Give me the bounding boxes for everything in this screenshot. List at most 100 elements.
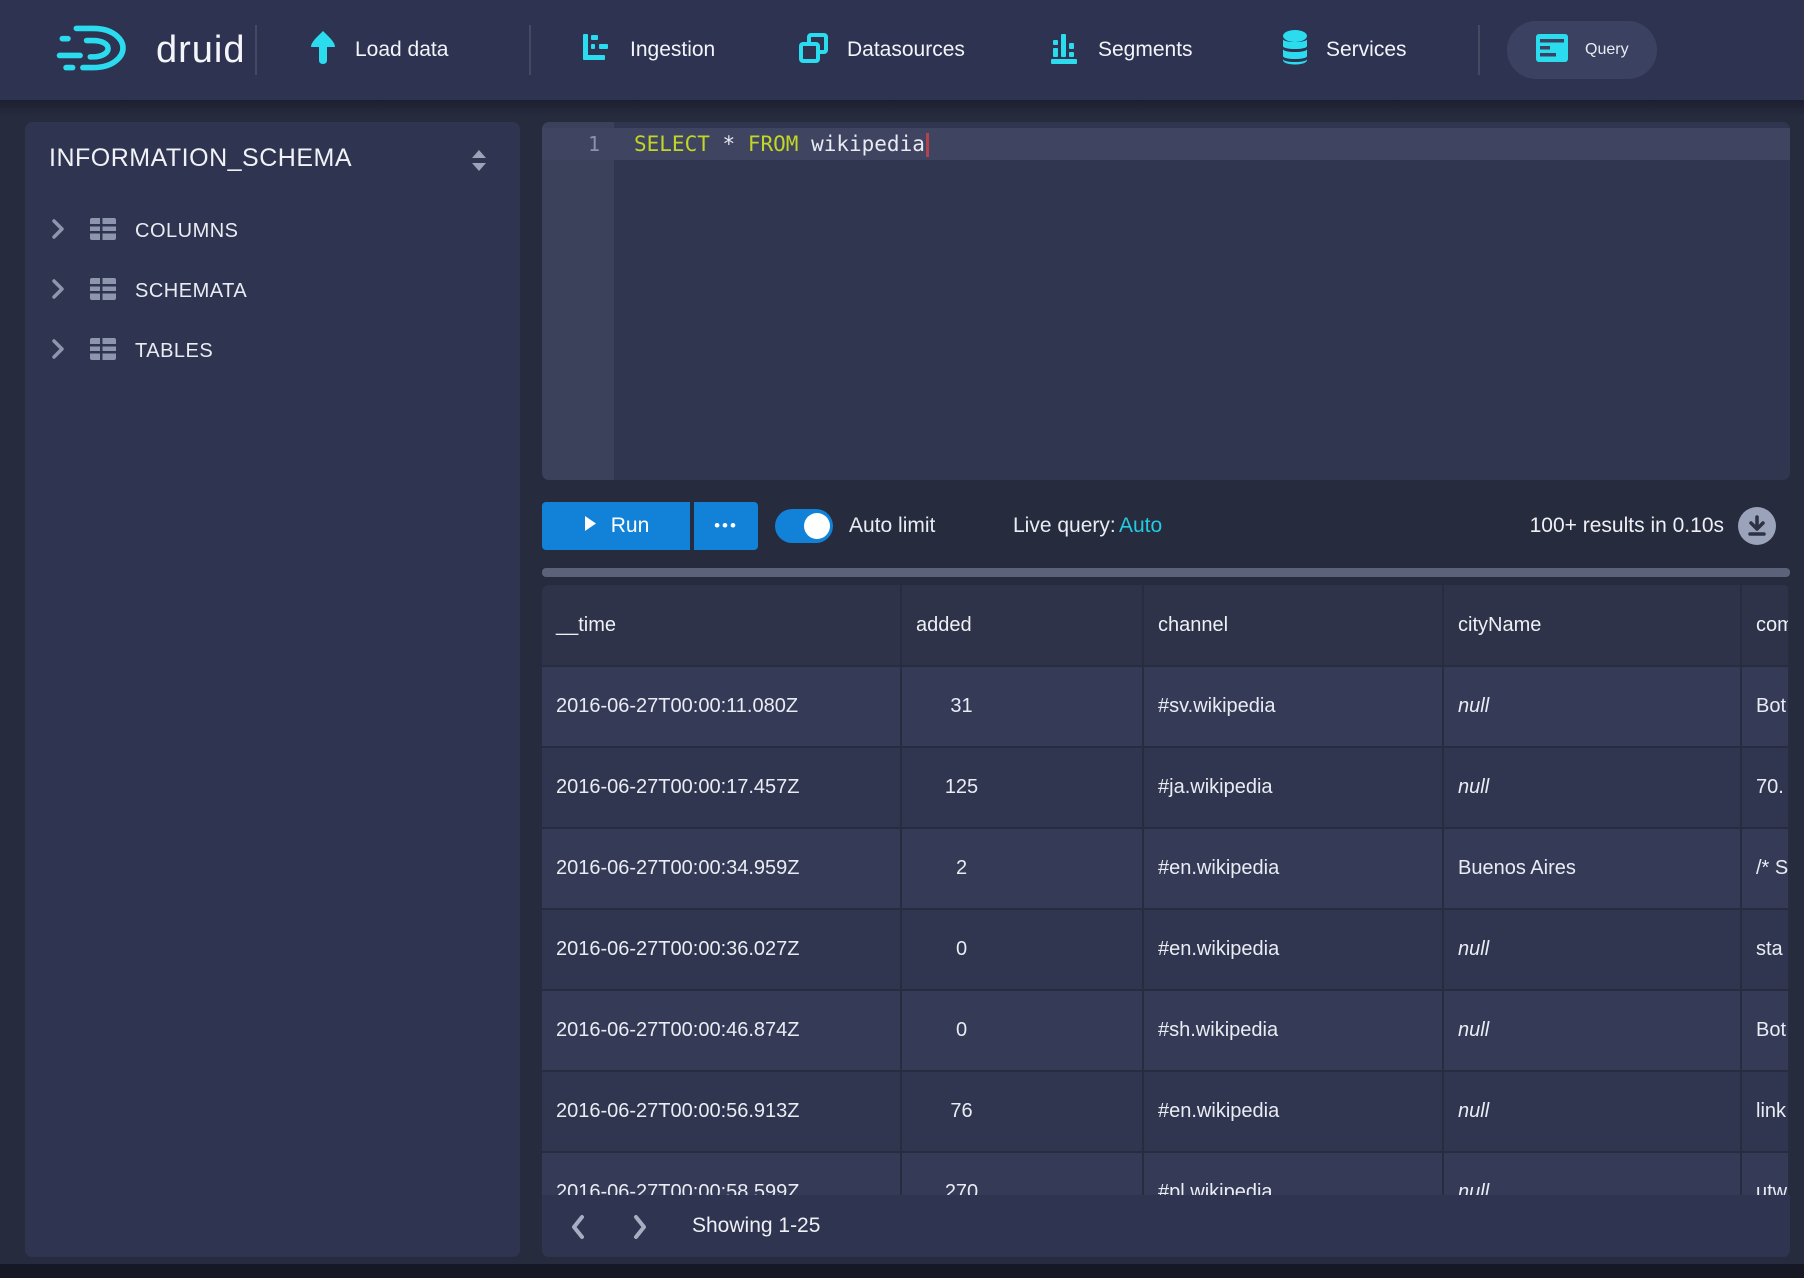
nav-item-label: Ingestion <box>630 38 715 62</box>
nav-item-datasources[interactable]: Datasources <box>797 0 965 100</box>
editor-line-number: 1 <box>542 128 600 160</box>
sql-identifier: wikipedia <box>811 132 925 156</box>
column-header-comment[interactable]: comment <box>1742 585 1790 665</box>
cell-cityname[interactable]: Buenos Aires <box>1444 829 1742 908</box>
double-caret-vertical-icon[interactable] <box>468 148 490 179</box>
nav-divider <box>529 25 531 75</box>
nav-item-segments[interactable]: Segments <box>1048 0 1193 100</box>
results-summary: 100+ results in 0.10s <box>1530 502 1724 550</box>
cell-channel[interactable]: #sh.wikipedia <box>1144 991 1444 1070</box>
column-header-cityname[interactable]: cityName <box>1444 585 1742 665</box>
nav-divider <box>255 25 257 75</box>
cell-channel[interactable]: #en.wikipedia <box>1144 910 1444 989</box>
cell-comment[interactable]: sta <box>1742 910 1790 989</box>
table-icon <box>89 337 117 366</box>
cell-added[interactable]: 31 <box>902 667 1144 746</box>
database-icon <box>1280 29 1310 72</box>
cell-cityname[interactable]: null <box>1444 748 1742 827</box>
run-more-options-button[interactable]: ••• <box>694 502 758 550</box>
chevron-right-icon <box>49 338 67 365</box>
column-header-channel[interactable]: channel <box>1144 585 1444 665</box>
druid-logo[interactable]: druid <box>52 20 246 81</box>
cell-time[interactable]: 2016-06-27T00:00:36.027Z <box>542 910 902 989</box>
cell-comment[interactable]: Bot <box>1742 991 1790 1070</box>
editor-code-line[interactable]: SELECT * FROM wikipedia <box>634 128 929 160</box>
auto-limit-label: Auto limit <box>849 502 935 550</box>
toggle-knob <box>804 513 830 539</box>
sql-editor[interactable]: 1 SELECT * FROM wikipedia <box>542 122 1790 480</box>
cell-channel[interactable]: #en.wikipedia <box>1144 1072 1444 1151</box>
cell-added[interactable]: 125 <box>902 748 1144 827</box>
cell-channel[interactable]: #en.wikipedia <box>1144 829 1444 908</box>
pane-resize-handle[interactable] <box>542 568 1790 577</box>
live-query-value[interactable]: Auto <box>1119 502 1162 550</box>
sidebar-item-tables[interactable]: TABLES <box>25 329 520 373</box>
table-row: 2016-06-27T00:00:11.080Z 31 #sv.wikipedi… <box>542 665 1790 746</box>
auto-limit-toggle[interactable] <box>775 509 833 543</box>
cell-comment[interactable]: /* S <box>1742 829 1790 908</box>
previous-page-button[interactable] <box>560 1209 596 1245</box>
cell-cityname[interactable]: null <box>1444 667 1742 746</box>
top-nav-bar: druid Load data Ingestion <box>0 0 1804 100</box>
next-page-button[interactable] <box>622 1209 658 1245</box>
showing-range-label: Showing 1-25 <box>692 1195 820 1257</box>
schema-sidebar: INFORMATION_SCHEMA COLUMNS <box>25 122 520 1257</box>
column-header-time[interactable]: __time <box>542 585 902 665</box>
table-row: 2016-06-27T00:00:56.913Z 76 #en.wikipedi… <box>542 1070 1790 1151</box>
sidebar-item-label: TABLES <box>135 340 213 363</box>
cell-time[interactable]: 2016-06-27T00:00:46.874Z <box>542 991 902 1070</box>
download-icon[interactable] <box>1738 507 1776 545</box>
upload-icon <box>307 30 339 71</box>
run-button[interactable]: Run <box>542 502 690 550</box>
cell-comment[interactable]: Bot <box>1742 667 1790 746</box>
cell-time[interactable]: 2016-06-27T00:00:17.457Z <box>542 748 902 827</box>
sql-keyword: FROM <box>748 132 799 156</box>
table-icon <box>89 277 117 306</box>
nav-item-ingestion[interactable]: Ingestion <box>580 0 715 100</box>
nav-divider <box>1478 25 1480 75</box>
pagination-bar: Showing 1-25 <box>542 1195 1790 1257</box>
results-table: __time added channel cityName comment 20… <box>542 585 1790 1257</box>
cell-comment[interactable]: 70. <box>1742 748 1790 827</box>
nav-item-label: Services <box>1326 38 1407 62</box>
cell-time[interactable]: 2016-06-27T00:00:56.913Z <box>542 1072 902 1151</box>
table-row: 2016-06-27T00:00:17.457Z 125 #ja.wikiped… <box>542 746 1790 827</box>
chevron-right-icon <box>49 278 67 305</box>
cell-channel[interactable]: #sv.wikipedia <box>1144 667 1444 746</box>
cell-added[interactable]: 76 <box>902 1072 1144 1151</box>
live-query-label: Live query: <box>1013 502 1116 550</box>
table-row: 2016-06-27T00:00:36.027Z 0 #en.wikipedia… <box>542 908 1790 989</box>
cell-channel[interactable]: #ja.wikipedia <box>1144 748 1444 827</box>
editor-gutter <box>542 122 614 480</box>
chevron-right-icon <box>49 218 67 245</box>
cell-cityname[interactable]: null <box>1444 1072 1742 1151</box>
druid-logo-text: druid <box>156 29 246 72</box>
nav-item-query-active[interactable]: Query <box>1507 21 1657 79</box>
run-label: Run <box>611 514 650 538</box>
window-bottom-edge <box>0 1264 1804 1278</box>
druid-logo-icon <box>52 20 138 81</box>
cell-cityname[interactable]: null <box>1444 910 1742 989</box>
query-toolbar: Run ••• Auto limit Live query: Auto 100+… <box>542 502 1790 550</box>
nav-shadow <box>0 100 1804 116</box>
nav-item-services[interactable]: Services <box>1280 0 1407 100</box>
column-header-added[interactable]: added <box>902 585 1144 665</box>
text-cursor <box>926 133 929 157</box>
nav-item-load-data[interactable]: Load data <box>307 0 448 100</box>
sidebar-item-columns[interactable]: COLUMNS <box>25 209 520 253</box>
nav-item-label: Datasources <box>847 38 965 62</box>
cell-added[interactable]: 2 <box>902 829 1144 908</box>
cell-added[interactable]: 0 <box>902 910 1144 989</box>
sidebar-item-schemata[interactable]: SCHEMATA <box>25 269 520 313</box>
cell-time[interactable]: 2016-06-27T00:00:34.959Z <box>542 829 902 908</box>
cell-added[interactable]: 0 <box>902 991 1144 1070</box>
cell-comment[interactable]: link <box>1742 1072 1790 1151</box>
play-icon <box>583 514 597 538</box>
cell-time[interactable]: 2016-06-27T00:00:11.080Z <box>542 667 902 746</box>
table-header-row: __time added channel cityName comment <box>542 585 1790 665</box>
cell-cityname[interactable]: null <box>1444 991 1742 1070</box>
gantt-chart-icon <box>580 31 614 70</box>
nav-item-label: Query <box>1585 41 1629 59</box>
nav-item-label: Load data <box>355 38 448 62</box>
nav-item-label: Segments <box>1098 38 1193 62</box>
